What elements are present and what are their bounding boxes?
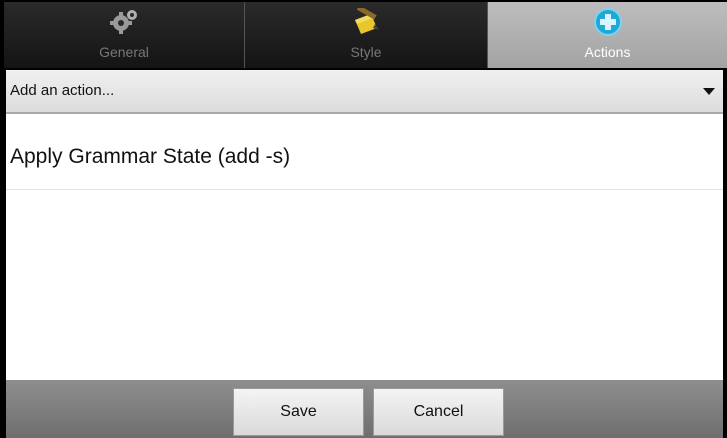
- tab-actions[interactable]: Actions: [488, 2, 727, 68]
- cancel-button[interactable]: Cancel: [373, 388, 504, 436]
- dropdown-arrow-icon: [703, 88, 715, 95]
- tab-bar: General Style Actions: [4, 2, 727, 68]
- tab-style-label: Style: [350, 44, 382, 60]
- action-editor-window: General Style Actions Add an action... A…: [0, 0, 727, 438]
- tab-actions-label: Actions: [584, 44, 631, 60]
- tab-style[interactable]: Style: [245, 2, 488, 68]
- add-action-dropdown[interactable]: Add an action...: [6, 70, 723, 114]
- tab-general[interactable]: General: [4, 2, 245, 68]
- plus-circle-icon: [591, 8, 625, 36]
- tab-general-label: General: [99, 44, 149, 60]
- button-bar: Save Cancel: [6, 380, 723, 438]
- add-action-placeholder: Add an action...: [10, 82, 115, 99]
- actions-panel: Add an action... Apply Grammar State (ad…: [6, 70, 723, 380]
- save-button[interactable]: Save: [233, 388, 364, 436]
- action-label: Apply Grammar State (add -s): [10, 145, 291, 168]
- action-list-item[interactable]: Apply Grammar State (add -s): [6, 128, 723, 190]
- pencil-note-icon: [349, 8, 383, 36]
- gears-icon: [107, 8, 141, 36]
